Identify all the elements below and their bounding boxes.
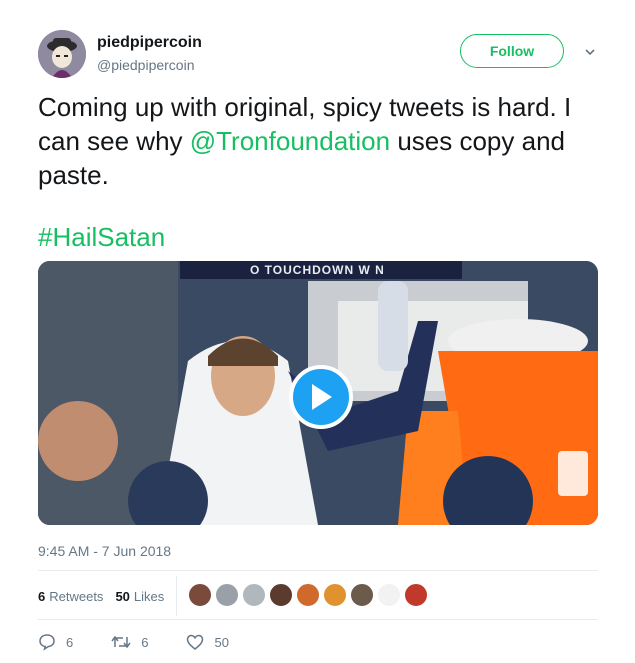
liker-avatar[interactable] [323, 583, 347, 607]
likes-label: Likes [133, 588, 165, 604]
reply-button[interactable]: 6 [38, 633, 73, 651]
liker-avatar[interactable] [215, 583, 239, 607]
like-count: 50 [214, 634, 229, 650]
video-media[interactable]: O TOUCHDOWN W N [38, 261, 598, 525]
author-avatar[interactable] [38, 30, 86, 78]
retweet-count: 6 [141, 634, 149, 650]
play-button[interactable] [289, 365, 353, 429]
retweets-label: Retweets [49, 588, 104, 604]
retweets-count: 6 [38, 588, 46, 604]
hashtag-link[interactable]: #HailSatan [38, 220, 165, 254]
heart-icon [187, 634, 204, 650]
mention-link[interactable]: @Tronfoundation [190, 126, 390, 156]
liker-avatar[interactable] [269, 583, 293, 607]
author-handle[interactable]: @piedpipercoin [97, 57, 195, 73]
liker-avatar[interactable] [377, 583, 401, 607]
tweet-header: piedpipercoin @piedpipercoin Follow [38, 28, 608, 80]
liker-avatars [188, 583, 431, 607]
play-icon [312, 384, 332, 410]
follow-button[interactable]: Follow [460, 34, 564, 68]
likes-count: 50 [115, 588, 130, 604]
retweet-button[interactable]: 6 [111, 634, 148, 650]
chevron-down-icon[interactable] [584, 46, 596, 58]
liker-avatar[interactable] [350, 583, 374, 607]
divider [38, 619, 598, 620]
retweets-stat[interactable]: 6 Retweets [38, 589, 103, 604]
like-button[interactable]: 50 [186, 634, 229, 650]
tweet-actions: 6 6 50 [38, 632, 267, 652]
scoreboard-overlay: O TOUCHDOWN W N [180, 261, 462, 279]
retweet-icon [111, 635, 131, 649]
stats-separator [176, 576, 177, 616]
engagement-stats: 6 Retweets 50 Likes [38, 584, 176, 608]
author-display-name[interactable]: piedpipercoin [97, 34, 202, 52]
divider [38, 570, 598, 571]
tweet-timestamp[interactable]: 9:45 AM - 7 Jun 2018 [38, 543, 171, 559]
liker-avatar[interactable] [188, 583, 212, 607]
liker-avatar[interactable] [296, 583, 320, 607]
liker-avatar[interactable] [242, 583, 266, 607]
reply-count: 6 [66, 634, 74, 650]
tweet-text: Coming up with original, spicy tweets is… [38, 90, 608, 192]
likes-stat[interactable]: 50 Likes [115, 589, 164, 604]
liker-avatar[interactable] [404, 583, 428, 607]
reply-icon [39, 634, 55, 651]
